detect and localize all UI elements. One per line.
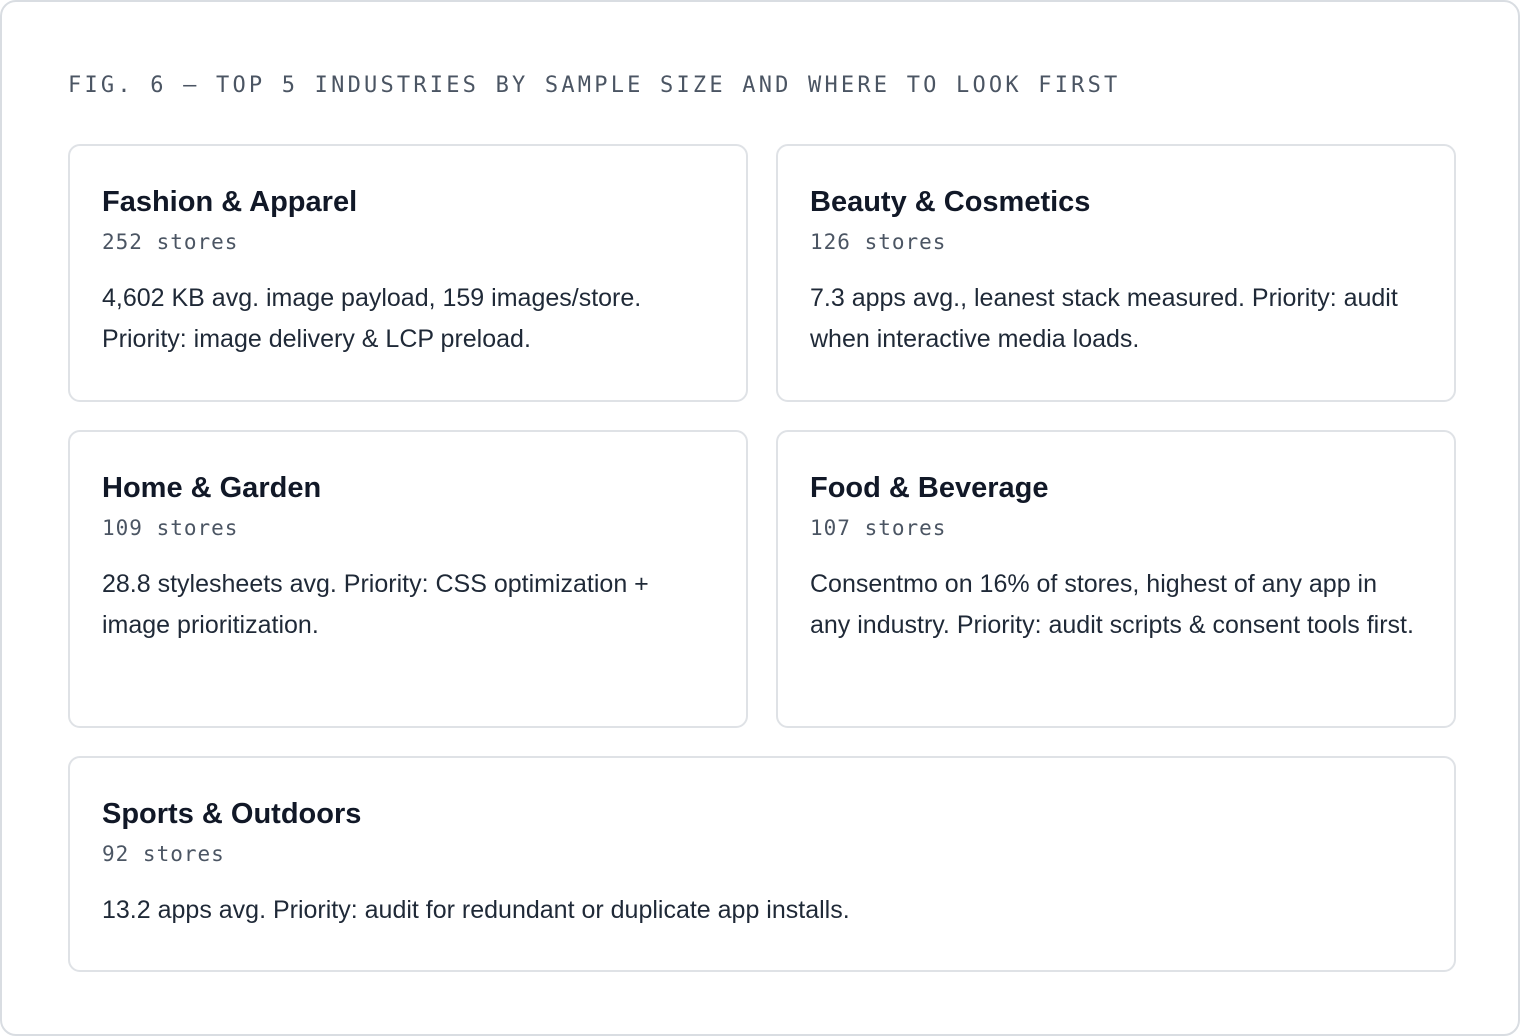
store-count: 109 stores: [102, 516, 239, 540]
figure-frame: FIG. 6 — TOP 5 INDUSTRIES BY SAMPLE SIZE…: [0, 0, 1520, 1036]
industry-card-beauty-cosmetics: Beauty & Cosmetics 126 stores 7.3 apps a…: [776, 144, 1456, 402]
industry-name: Fashion & Apparel: [102, 186, 358, 218]
industry-description: 4,602 KB avg. image payload, 159 images/…: [102, 284, 642, 353]
industry-name: Food & Beverage: [810, 472, 1049, 504]
industry-description: 13.2 apps avg. Priority: audit for redun…: [102, 896, 850, 924]
industry-name: Sports & Outdoors: [102, 798, 362, 830]
figure-caption: FIG. 6 — TOP 5 INDUSTRIES BY SAMPLE SIZE…: [68, 73, 1121, 98]
industry-name: Beauty & Cosmetics: [810, 186, 1091, 218]
industry-description: 7.3 apps avg., leanest stack measured. P…: [810, 284, 1398, 353]
industry-card-fashion-apparel: Fashion & Apparel 252 stores 4,602 KB av…: [68, 144, 748, 402]
store-count: 92 stores: [102, 842, 225, 866]
industry-description: 28.8 stylesheets avg. Priority: CSS opti…: [102, 570, 649, 639]
industry-card-food-beverage: Food & Beverage 107 stores Consentmo on …: [776, 430, 1456, 728]
industry-name: Home & Garden: [102, 472, 322, 504]
industry-description: Consentmo on 16% of stores, highest of a…: [810, 570, 1414, 639]
industry-card-sports-outdoors: Sports & Outdoors 92 stores 13.2 apps av…: [68, 756, 1456, 972]
store-count: 126 stores: [810, 230, 947, 254]
store-count: 107 stores: [810, 516, 947, 540]
store-count: 252 stores: [102, 230, 239, 254]
industry-card-home-garden: Home & Garden 109 stores 28.8 stylesheet…: [68, 430, 748, 728]
